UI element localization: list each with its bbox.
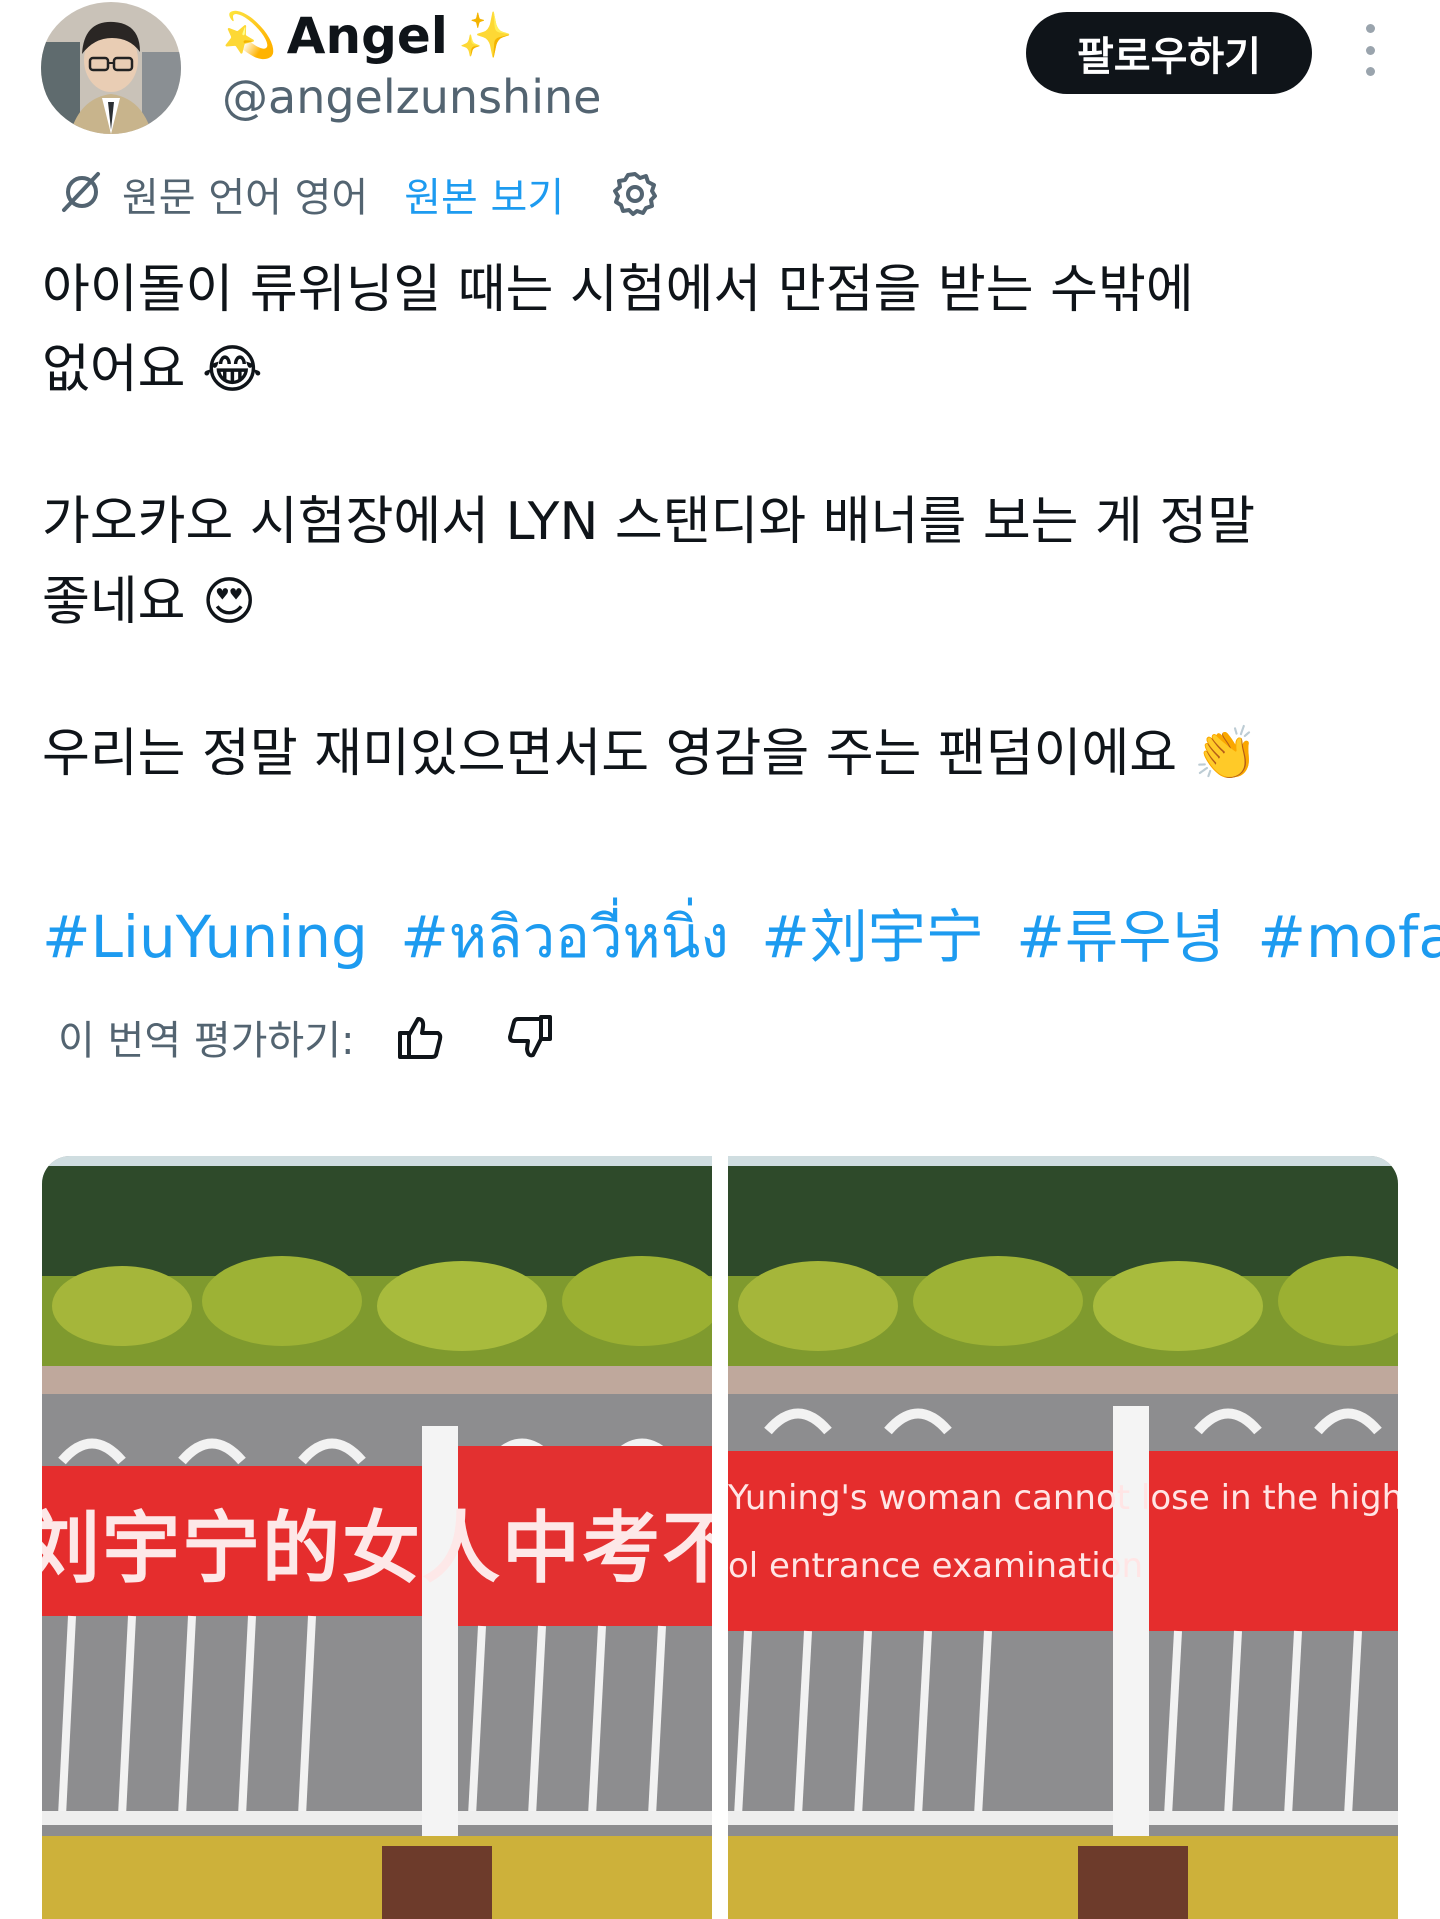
- tweet-text-line: 아이돌이 류위닝일 때는 시험에서 만점을 받는 수밖에: [42, 260, 1194, 320]
- hashtag-list: #LiuYuning #หลิวอวี่หนิ่ง #刘宇宁 #류우녕 #mof…: [42, 890, 1440, 983]
- banner-text-line-1: Yuning's woman cannot lose in the high: [728, 1478, 1398, 1518]
- hashtag-link[interactable]: #หลิวอวี่หนิ่ง: [400, 903, 729, 971]
- sparkles-emoji-icon: ✨: [457, 10, 513, 61]
- show-original-link[interactable]: 원본 보기: [404, 165, 564, 223]
- more-vertical-icon[interactable]: [1354, 24, 1386, 76]
- photo-1[interactable]: 刘宇宁的女人中考不能输: [42, 1156, 712, 1919]
- translation-info-row: 원문 언어 영어 원본 보기: [58, 166, 660, 222]
- media-grid: 刘宇宁的女人中考不能输: [42, 1156, 1398, 1919]
- hashtag-link[interactable]: #mofan: [1257, 903, 1440, 971]
- translate-icon: [58, 170, 102, 218]
- hashtag-link[interactable]: #류우녕: [1016, 903, 1225, 971]
- tweet-text-line: 없어요 😂: [42, 340, 263, 400]
- hashtag-link[interactable]: #刘宇宁: [761, 903, 984, 971]
- tweet-text-line: 가오카오 시험장에서 LYN 스탠디와 배너를 보는 게 정말: [42, 492, 1256, 552]
- gear-icon[interactable]: [610, 169, 660, 219]
- hashtag-link[interactable]: #LiuYuning: [42, 903, 368, 971]
- dizzy-emoji-icon: 💫: [222, 10, 277, 61]
- tweet-header: 💫 Angel ✨ @angelzunshine 팔로우하기: [0, 0, 1440, 150]
- street-banner-photo: [728, 1156, 1398, 1919]
- banner-text-line-2: ol entrance examination: [728, 1546, 1143, 1586]
- display-name-row[interactable]: 💫 Angel ✨: [222, 4, 513, 68]
- tweet-body: 아이돌이 류위닝일 때는 시험에서 만점을 받는 수밖에 없어요 😂 가오카오 …: [42, 250, 1402, 794]
- photo-2[interactable]: Yuning's woman cannot lose in the high o…: [728, 1156, 1398, 1919]
- tweet-text-line: 우리는 정말 재미있으면서도 영감을 주는 팬덤이에요 👏: [42, 724, 1259, 784]
- tweet-text-line: 좋네요 😍: [42, 572, 257, 632]
- user-handle[interactable]: @angelzunshine: [222, 70, 601, 124]
- avatar[interactable]: [40, 2, 182, 134]
- follow-button[interactable]: 팔로우하기: [1026, 12, 1312, 94]
- rate-translation-row: 이 번역 평가하기:: [58, 1005, 555, 1069]
- banner-text: 刘宇宁的女人中考不能输: [42, 1504, 712, 1594]
- rate-translation-label: 이 번역 평가하기:: [58, 1018, 355, 1064]
- thumbs-up-icon[interactable]: [395, 1012, 445, 1062]
- thumbs-down-icon[interactable]: [505, 1012, 555, 1062]
- source-language-label: 원문 언어 영어: [122, 175, 369, 221]
- display-name[interactable]: Angel: [287, 7, 448, 65]
